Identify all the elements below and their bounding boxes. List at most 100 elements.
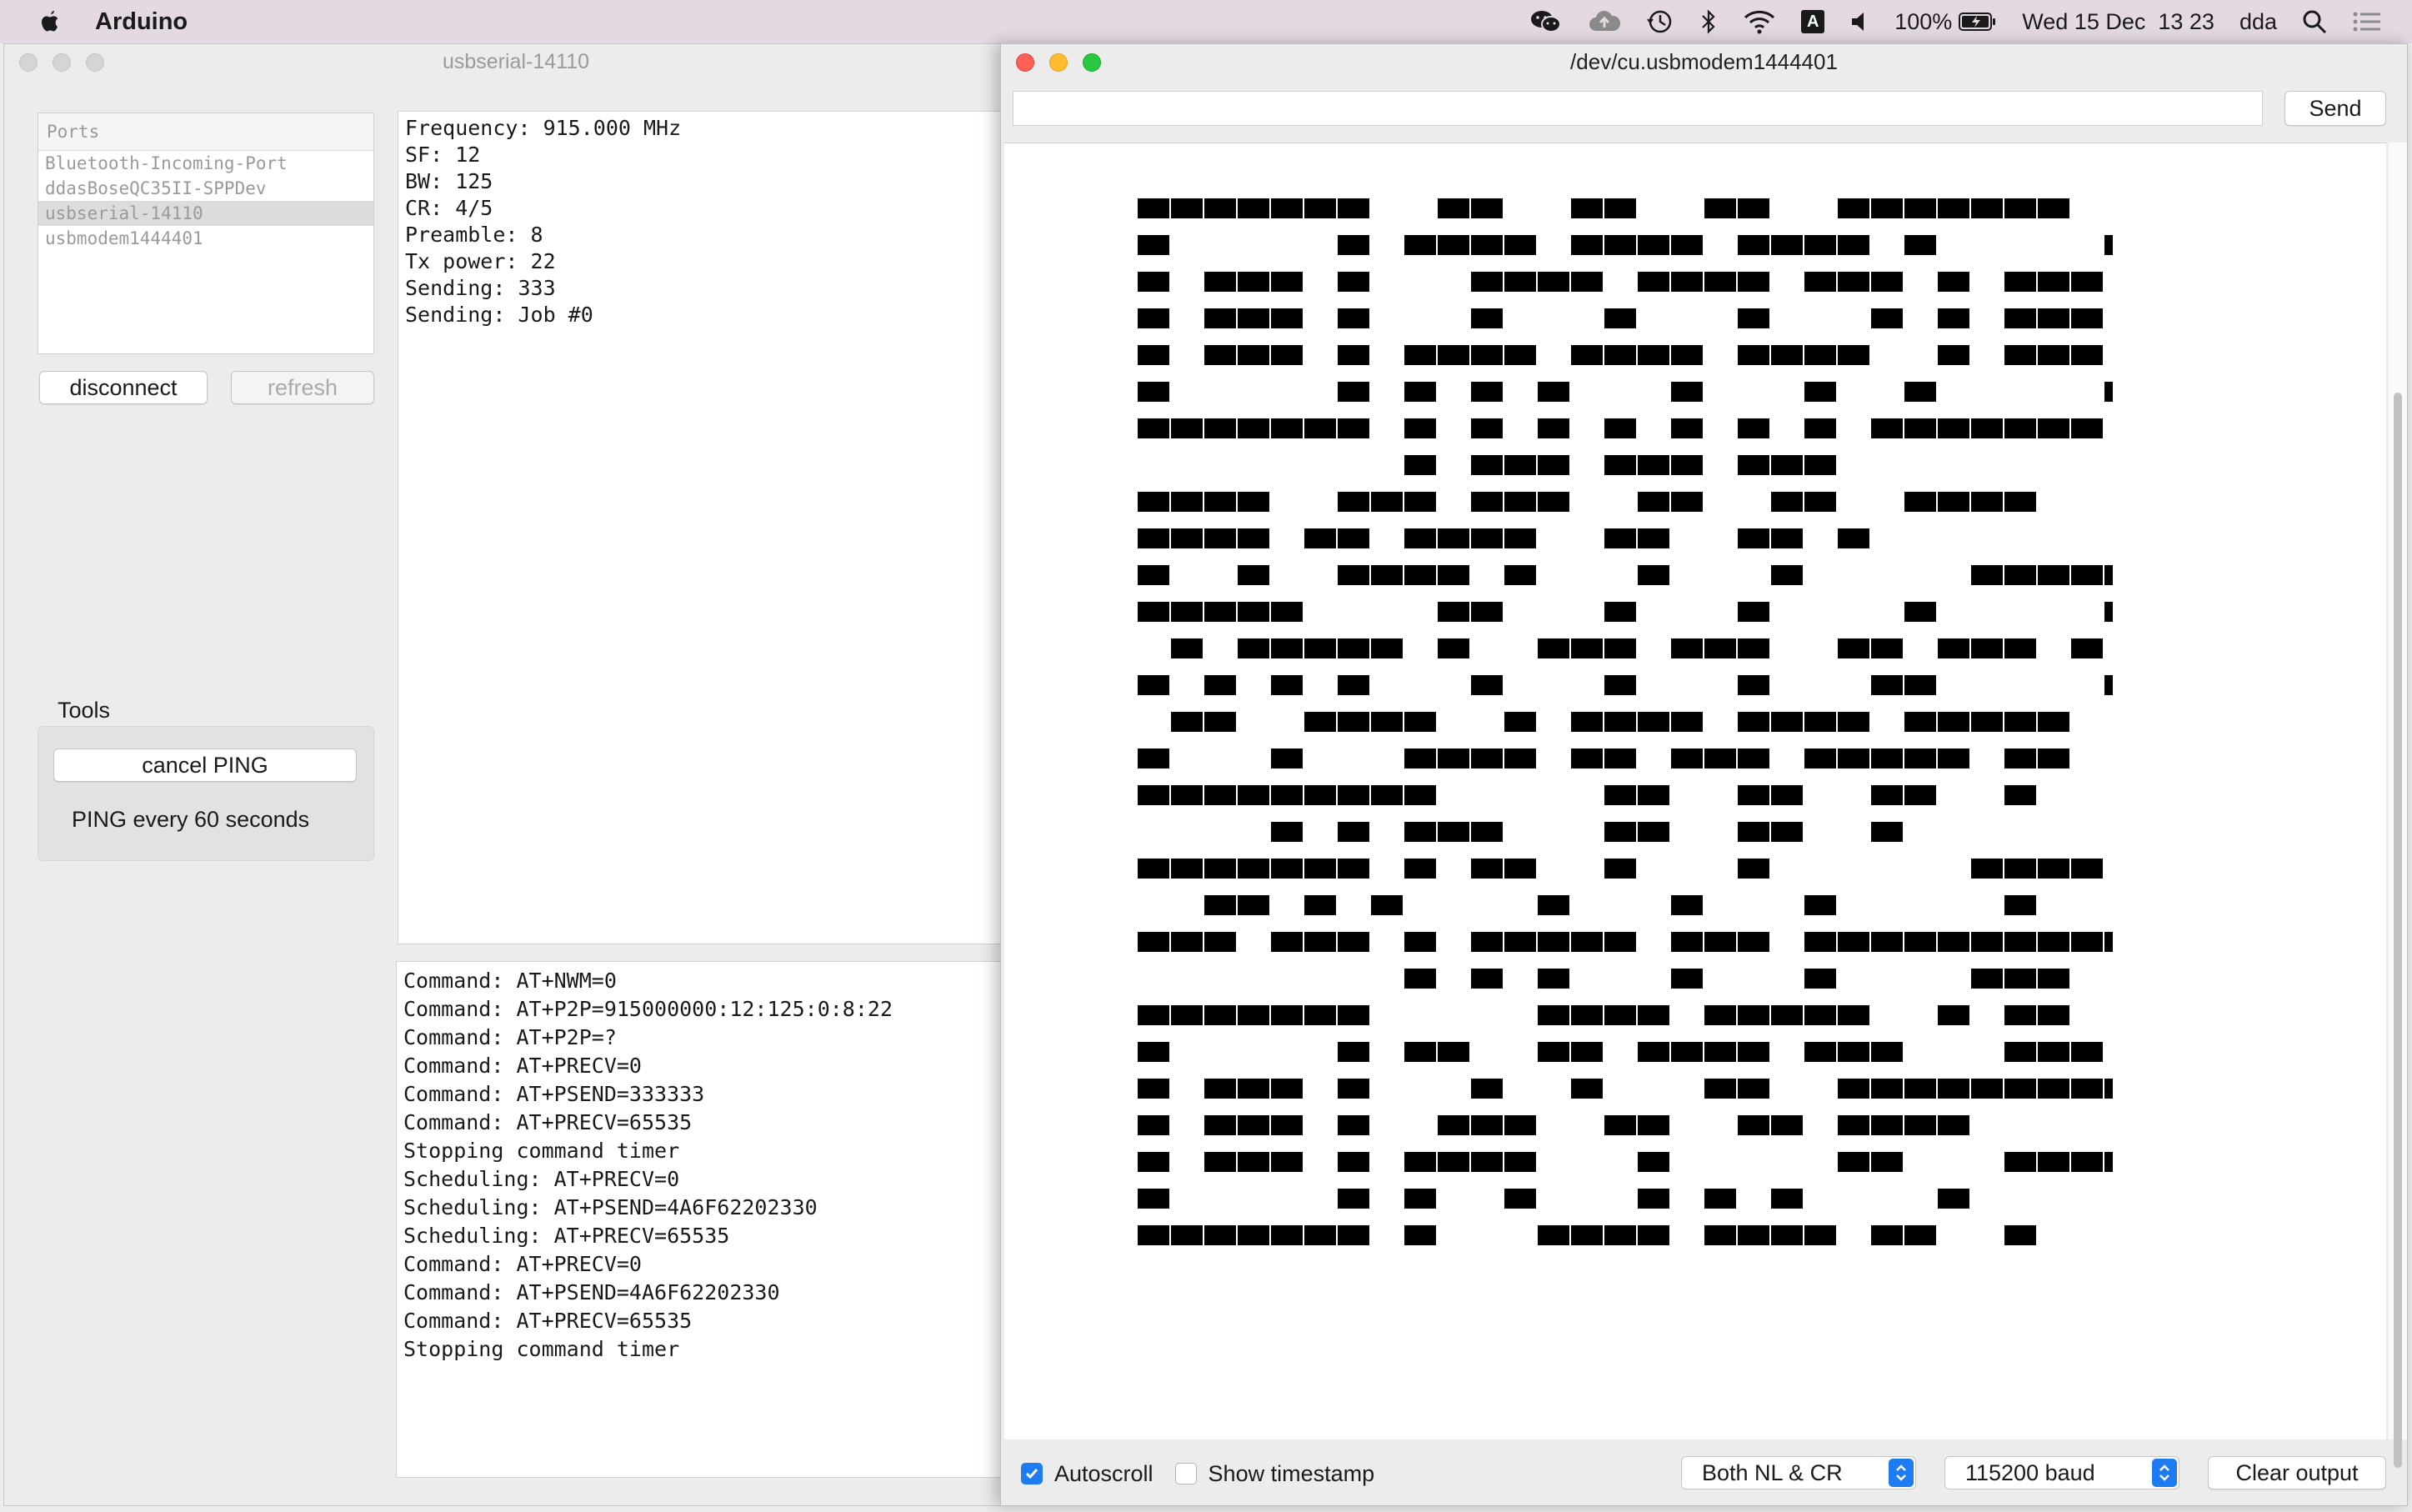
qr-block [1971,969,2003,989]
serial-monitor-titlebar[interactable]: /dev/cu.usbmodem1444401 [1001,44,2407,79]
qr-block [1504,455,1536,475]
qr-block [1338,235,1369,255]
qr-block [1271,198,1303,218]
port-item[interactable]: usbserial-14110 [38,201,373,226]
qr-block [2004,859,2036,879]
qr-block [1204,712,1236,732]
qr-block [1604,675,1636,695]
ports-list[interactable]: Ports Bluetooth-Incoming-Port ddasBoseQC3… [38,113,374,354]
qr-block [1404,748,1436,769]
qr-block [1771,785,1803,805]
qr-block [1571,638,1603,658]
qr-block [1938,345,1969,365]
send-button[interactable]: Send [2284,91,2386,126]
qr-block [1238,1115,1269,1135]
qr-block [1438,1115,1469,1135]
qr-block [1304,712,1336,732]
search-icon[interactable] [2302,9,2327,34]
qr-block [1538,455,1569,475]
close-window-button[interactable] [1016,53,1034,72]
qr-block [1604,822,1636,842]
app-name-menu[interactable]: Arduino [95,8,188,36]
volume-icon[interactable] [1849,10,1869,33]
qr-block [1138,1225,1169,1245]
qr-block [1771,1225,1803,1245]
qr-block [1571,932,1603,952]
time-machine-icon[interactable] [1646,8,1674,36]
cloud-icon[interactable] [1588,9,1621,34]
autoscroll-checkbox[interactable] [1021,1463,1043,1484]
command-log-console[interactable]: Command: AT+NWM=0 Command: AT+P2P=9150000… [396,961,1031,1478]
log-line: Scheduling: AT+PSEND=4A6F62202330 [403,1195,818,1219]
zoom-window-button[interactable] [1083,53,1101,72]
clear-output-button[interactable]: Clear output [2208,1456,2386,1489]
serial-send-input[interactable] [1013,91,2263,126]
bluetooth-icon[interactable] [1699,8,1718,35]
left-window-titlebar[interactable]: usbserial-14110 [4,44,1028,79]
qr-block [1438,1152,1469,1172]
qr-block [1771,1005,1803,1025]
qr-block [1371,492,1403,512]
serial-output-scrollbar[interactable] [2389,143,2407,1468]
wechat-icon[interactable] [1529,8,1563,35]
qr-block [1204,418,1236,438]
clock-datetime[interactable]: Wed 15 Dec 13 23 [2022,9,2214,35]
qr-block [1604,345,1636,365]
qr-block [1638,712,1669,732]
baud-rate-select[interactable]: 115200 baud [1944,1456,2179,1489]
qr-block [1938,308,1969,328]
minimize-window-button[interactable] [1049,53,1068,72]
autoscroll-label[interactable]: Autoscroll [1054,1461,1153,1487]
qr-block [1271,418,1303,438]
qr-block [1738,272,1769,292]
qr-block [1571,1042,1603,1062]
qr-block [1738,859,1769,879]
qr-block [1538,418,1569,438]
qr-block [1871,638,1903,658]
status-console[interactable]: Frequency: 915.000 MHz SF: 12 BW: 125 CR: 4… [398,111,1031,944]
line-ending-select[interactable]: Both NL & CR [1681,1456,1916,1489]
qr-block [1838,932,1869,952]
qr-block [1438,528,1469,548]
port-item[interactable]: Bluetooth-Incoming-Port [38,151,373,176]
qr-block [1971,198,2003,218]
close-window-button[interactable] [19,53,38,72]
qr-block [1671,712,1703,732]
port-item[interactable]: usbmodem1444401 [38,226,373,251]
qr-block [2038,859,2069,879]
scrollbar-thumb[interactable] [2394,393,2402,1468]
qr-block [1238,1005,1269,1025]
qr-block [1571,748,1603,769]
show-timestamp-checkbox[interactable] [1174,1463,1197,1484]
refresh-button[interactable]: refresh [231,371,374,404]
disconnect-button[interactable]: disconnect [39,371,208,404]
qr-block [1304,859,1336,879]
wifi-icon[interactable] [1743,9,1776,34]
qr-block [1604,308,1636,328]
status-line: BW: 125 [405,169,493,193]
control-center-icon[interactable] [2352,11,2382,33]
user-menu[interactable]: dda [2239,9,2277,35]
log-line: Command: AT+PRECV=0 [403,1054,642,1078]
apple-icon[interactable] [38,10,62,33]
qr-block [1404,1152,1436,1172]
minimize-window-button[interactable] [53,53,71,72]
zoom-window-button[interactable] [86,53,104,72]
qr-block [1838,1042,1869,1062]
show-timestamp-label[interactable]: Show timestamp [1209,1461,1375,1487]
log-line: Command: AT+PSEND=4A6F62202330 [403,1280,780,1304]
qr-block [1571,1079,1603,1099]
qr-block [1804,418,1836,438]
qr-block [1638,1005,1669,1025]
qr-block [1938,492,1969,512]
qr-block [2104,235,2113,255]
port-item[interactable]: ddasBoseQC35II-SPPDev [38,176,373,201]
qr-block [1804,492,1836,512]
qr-block [1804,895,1836,915]
qr-block [1138,1079,1169,1099]
battery-icon[interactable] [1959,11,1997,33]
serial-output[interactable] [1004,143,2386,1439]
cancel-ping-button[interactable]: cancel PING [53,748,357,782]
qr-block [1271,822,1303,842]
input-source-icon[interactable]: A [1801,10,1825,33]
